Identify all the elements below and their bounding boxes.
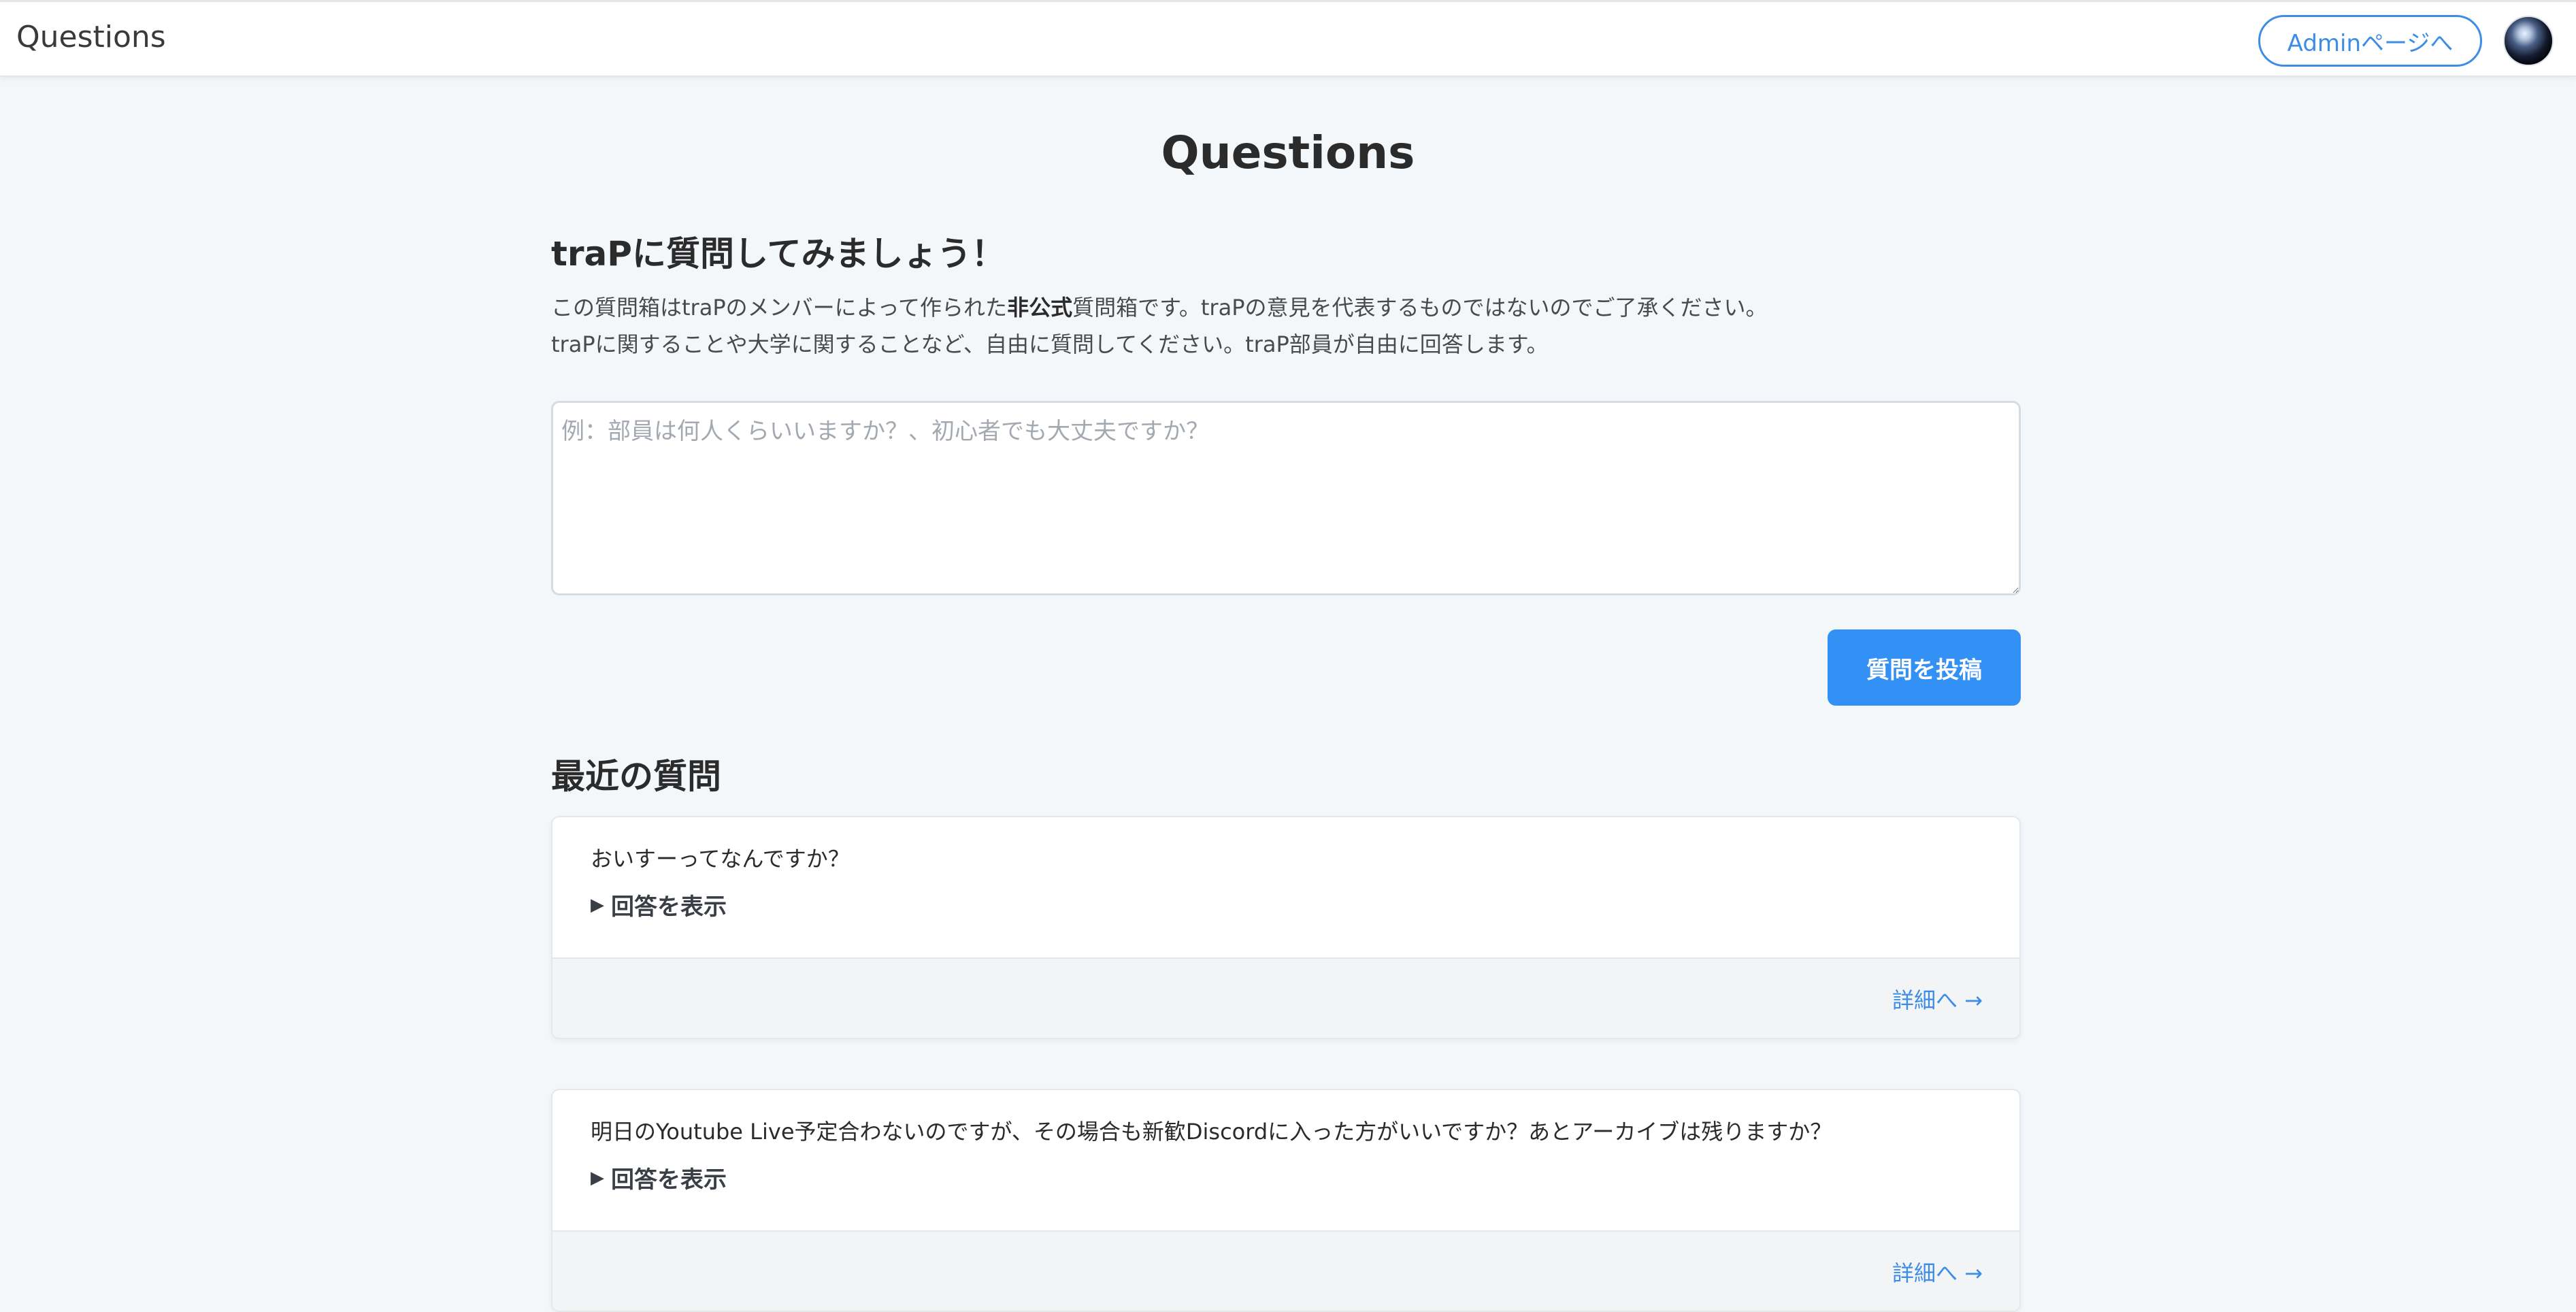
submit-question-button[interactable]: 質問を投稿 — [1828, 629, 2021, 706]
question-text: 明日のYoutube Live予定合わないのですが、その場合も新歓Discord… — [591, 1119, 1832, 1145]
show-answer-toggle[interactable]: ▶ 回答を表示 — [591, 888, 727, 921]
ask-heading: traPに質問してみましょう！ — [551, 234, 1006, 274]
show-answer-label: 回答を表示 — [611, 893, 727, 921]
triangle-right-icon: ▶ — [591, 894, 604, 915]
question-card: 明日のYoutube Live予定合わないのですが、その場合も新歓Discord… — [551, 1089, 2021, 1312]
question-card-footer: 詳細へ → — [552, 1230, 2019, 1311]
question-input[interactable] — [551, 401, 2021, 595]
brand-title[interactable]: Questions — [16, 22, 166, 52]
question-card-footer: 詳細へ → — [552, 957, 2019, 1038]
detail-link[interactable]: 詳細へ → — [1892, 1256, 1983, 1288]
intro-line-2: traPに関することや大学に関することなど、自由に質問してください。traP部員… — [551, 331, 1549, 357]
question-card-body: 明日のYoutube Live予定合わないのですが、その場合も新歓Discord… — [552, 1090, 2019, 1230]
admin-page-button[interactable]: Adminページへ — [2258, 15, 2482, 67]
question-card: おいすーってなんですか？ ▶ 回答を表示 詳細へ → — [551, 816, 2021, 1039]
intro-line-1: この質問箱はtraPのメンバーによって作られた非公式質問箱です。traPの意見を… — [551, 293, 1768, 323]
question-card-body: おいすーってなんですか？ ▶ 回答を表示 — [552, 817, 2019, 957]
triangle-right-icon: ▶ — [591, 1167, 604, 1188]
question-text: おいすーってなんですか？ — [591, 846, 850, 872]
user-avatar[interactable] — [2503, 16, 2554, 66]
recent-questions-heading: 最近の質問 — [551, 757, 721, 796]
intro-unofficial-emphasis: 非公式 — [1007, 295, 1073, 321]
show-answer-toggle[interactable]: ▶ 回答を表示 — [591, 1161, 727, 1194]
top-navbar: Questions Adminページへ — [0, 0, 2576, 77]
detail-link[interactable]: 詳細へ → — [1892, 983, 1983, 1015]
intro-line-1-pre: この質問箱はtraPのメンバーによって作られた — [551, 295, 1008, 321]
page-title: Questions — [1161, 127, 1415, 179]
show-answer-label: 回答を表示 — [611, 1166, 727, 1194]
intro-line-1-post: 質問箱です。traPの意見を代表するものではないのでご了承ください。 — [1072, 295, 1768, 321]
